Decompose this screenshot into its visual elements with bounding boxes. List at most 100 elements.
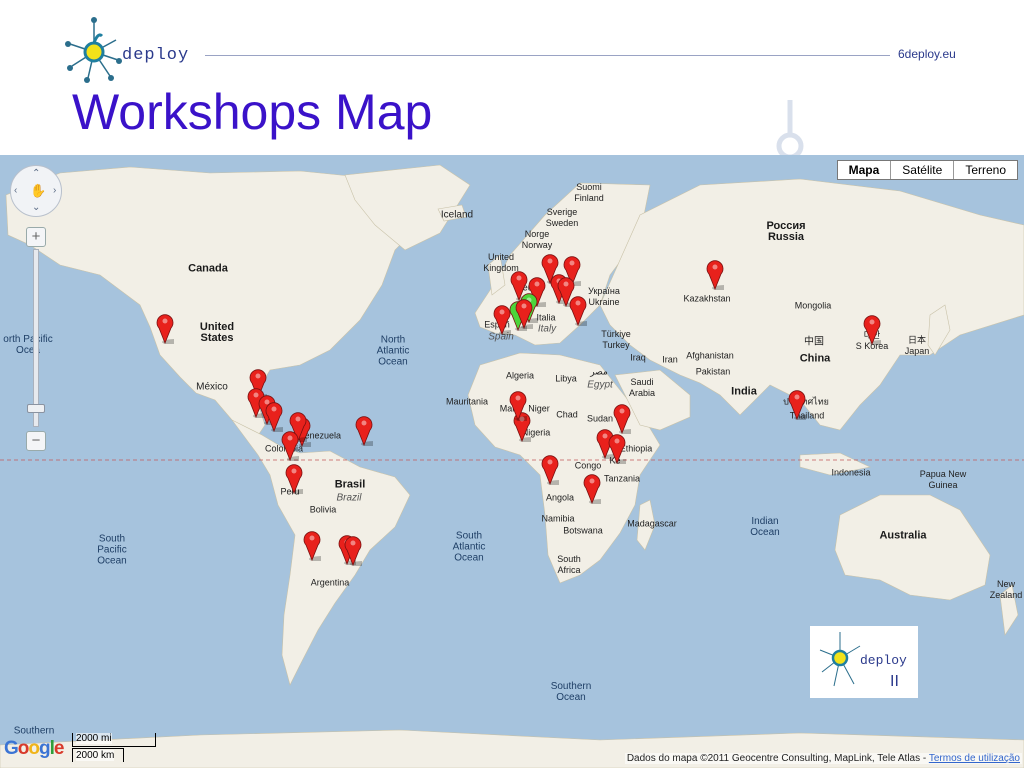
label-egypt-native: مصر: [590, 366, 608, 377]
label-turkiye: Türkiye Turkey: [601, 329, 631, 350]
label-china-native: 中国: [804, 336, 824, 348]
pan-control[interactable]: ⌃ ⌄ ‹ › ✋: [10, 165, 62, 217]
map-type-control: Mapa Satélite Terreno: [836, 160, 1018, 180]
terms-link[interactable]: Termos de utilização: [929, 753, 1020, 764]
label-canada: Canada: [188, 262, 228, 275]
label-ukraina: Україна Ukraine: [588, 286, 620, 307]
label-tanzania: Tanzania: [603, 473, 641, 484]
label-italia: Italia: [536, 312, 556, 323]
workshop-marker-icon[interactable]: [788, 388, 807, 421]
label-iran: Iran: [662, 354, 678, 365]
label-kazakhstan: Kazakhstan: [683, 293, 731, 304]
label-italy: Italy: [537, 323, 557, 335]
label-algeria: Algeria: [505, 370, 535, 381]
label-indonesia: Indonesia: [831, 467, 871, 478]
pan-left-icon[interactable]: ‹: [14, 185, 17, 196]
label-suomi: Suomi Finland: [574, 182, 604, 203]
workshop-marker-icon[interactable]: [515, 297, 533, 329]
label-niger: Niger: [528, 403, 550, 414]
label-southern-left: Southern: [13, 725, 55, 737]
page-title: Workshops Map: [72, 84, 433, 140]
label-pakistan: Pakistan: [695, 366, 731, 377]
label-south-atlantic: South Atlantic Ocean: [452, 530, 486, 564]
label-botswana: Botswana: [563, 525, 603, 536]
label-afghanistan: Afghanistan: [686, 350, 734, 361]
scale-bar: 2000 mi 2000 km: [72, 733, 158, 765]
label-north-pacific: orth Pacific Ocea: [3, 334, 53, 356]
svg-text:II: II: [890, 673, 899, 690]
label-rossiya: Россия Russia: [766, 220, 806, 243]
attribution-text: Dados do mapa ©2011 Geocentre Consulting…: [626, 753, 927, 764]
label-mongolia: Mongolia: [794, 300, 832, 311]
label-namibia: Namibia: [541, 513, 575, 524]
label-congo: Congo: [574, 460, 602, 471]
pan-up-icon[interactable]: ⌃: [32, 168, 40, 179]
workshop-marker-icon[interactable]: [281, 429, 299, 461]
workshop-marker-icon[interactable]: [493, 303, 511, 335]
pan-right-icon[interactable]: ›: [53, 185, 56, 196]
label-iceland: Iceland: [440, 209, 474, 221]
label-south-africa: South Africa: [557, 554, 581, 575]
label-sverige: Sverige Sweden: [545, 207, 579, 228]
watermark-icon: [776, 100, 804, 160]
workshop-marker-icon[interactable]: [265, 400, 283, 432]
brand-wordmark: deploy: [122, 46, 190, 65]
zoom-slider-handle[interactable]: [27, 404, 45, 413]
label-sudan: Sudan: [586, 413, 614, 424]
zoom-slider[interactable]: [33, 249, 39, 427]
workshop-marker-icon[interactable]: [613, 402, 631, 435]
label-angola: Angola: [545, 492, 575, 503]
label-argentina: Argentina: [310, 577, 350, 588]
deploy-ii-logo: deploy II: [810, 626, 918, 698]
workshop-marker-icon[interactable]: [863, 313, 882, 345]
label-papua: Papua New Guinea: [919, 469, 967, 490]
label-united-states: United States: [199, 321, 235, 344]
label-iraq: Iraq: [630, 352, 646, 363]
workshop-marker-icon[interactable]: [303, 529, 321, 561]
label-north-atlantic: North Atlantic Ocean: [376, 334, 410, 368]
workshop-marker-icon[interactable]: [355, 414, 373, 447]
scale-miles: 2000 mi: [76, 733, 112, 744]
label-india: India: [731, 385, 757, 398]
label-saudi: Saudi Arabia: [628, 377, 656, 398]
label-china: China: [799, 352, 831, 365]
google-logo: Google: [4, 738, 64, 759]
label-mexico: México: [196, 381, 228, 393]
map-type-map-button[interactable]: Mapa: [838, 161, 891, 179]
label-indian-ocean: Indian Ocean: [750, 516, 780, 538]
world-map[interactable]: Canada United States México North Atlantic Oce…: [0, 155, 1024, 768]
label-bolivia: Bolivia: [309, 504, 337, 515]
map-type-satellite-button[interactable]: Satélite: [890, 161, 953, 179]
pan-down-icon[interactable]: ⌄: [32, 202, 40, 213]
site-url: 6deploy.eu: [898, 47, 956, 61]
workshop-marker-icon[interactable]: [156, 312, 175, 345]
scale-km: 2000 km: [76, 750, 115, 761]
workshop-marker-icon[interactable]: [285, 462, 303, 495]
label-southern-ocean: Southern Ocean: [550, 681, 592, 703]
label-chad: Chad: [556, 409, 578, 420]
map-attribution: Dados do mapa ©2011 Geocentre Consulting…: [624, 753, 1022, 764]
workshop-marker-icon[interactable]: [608, 432, 626, 464]
label-brazil: Brazil: [336, 492, 362, 504]
label-egypt: Egypt: [587, 379, 613, 391]
label-norge: Norge Norway: [521, 229, 553, 250]
workshop-marker-icon[interactable]: [509, 389, 528, 422]
workshop-marker-icon[interactable]: [706, 258, 724, 291]
workshop-marker-icon[interactable]: [541, 453, 559, 486]
label-south-pacific: South Pacific Ocean: [97, 533, 127, 567]
workshop-marker-icon[interactable]: [583, 472, 602, 505]
label-brasil: Brasil: [334, 478, 366, 491]
label-madagascar: Madagascar: [627, 518, 677, 529]
workshop-marker-icon[interactable]: [569, 294, 588, 326]
hand-icon[interactable]: ✋: [30, 183, 46, 199]
label-mauritania: Mauritania: [445, 396, 489, 407]
label-libya: Libya: [555, 373, 577, 384]
label-new-zealand: New Zealand: [989, 579, 1023, 600]
workshop-marker-icon[interactable]: [344, 534, 362, 566]
inset-logo-wordmark: deploy: [860, 653, 907, 668]
zoom-out-button[interactable]: −: [26, 431, 46, 451]
label-japan-native: 日本 Japan: [904, 335, 930, 356]
zoom-in-button[interactable]: +: [26, 227, 46, 247]
map-type-terrain-button[interactable]: Terreno: [953, 161, 1017, 179]
label-australia: Australia: [879, 529, 927, 542]
